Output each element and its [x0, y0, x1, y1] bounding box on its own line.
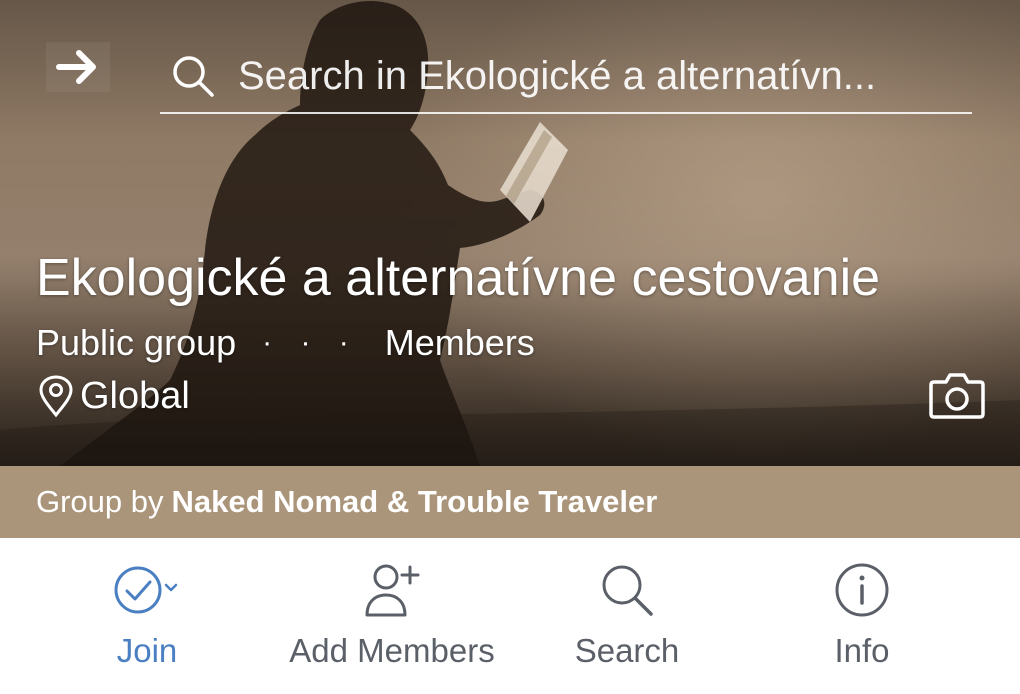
info-button[interactable]: Info	[812, 538, 912, 694]
back-button[interactable]	[46, 42, 110, 92]
search-icon	[602, 565, 653, 616]
info-icon	[835, 563, 889, 617]
action-bar: Join Add Members Search Info	[0, 538, 1020, 694]
search-input[interactable]: Search in Ekologické a alternatívn...	[160, 40, 972, 114]
group-meta: Public group · · · Members	[36, 322, 535, 364]
byline-prefix: Group by	[36, 484, 164, 519]
location-label: Global	[80, 374, 190, 417]
admin-names-link[interactable]: Naked Nomad & Trouble Traveler	[172, 484, 658, 520]
search-placeholder: Search in Ekologické a alternatívn...	[238, 53, 877, 98]
change-cover-button[interactable]	[928, 370, 986, 420]
search-button[interactable]: Search	[566, 538, 688, 694]
group-location: Global	[36, 374, 190, 418]
join-button[interactable]: Join	[88, 538, 206, 694]
group-byline: Group by Naked Nomad & Trouble Traveler	[0, 466, 1020, 538]
add-members-label: Add Members	[289, 632, 495, 669]
chevron-down-icon	[164, 583, 178, 592]
members-link[interactable]: Members	[385, 322, 535, 364]
search-icon	[173, 56, 214, 97]
add-members-button[interactable]: Add Members	[282, 538, 502, 694]
arrow-right-icon	[56, 50, 96, 84]
camera-icon	[929, 373, 985, 419]
check-circle-icon	[114, 566, 178, 614]
privacy-label: Public group	[36, 322, 237, 363]
map-pin-icon	[39, 375, 73, 418]
cover-photo: Search in Ekologické a alternatívn... Ek…	[0, 0, 1020, 466]
meta-separator: · · ·	[262, 326, 359, 359]
add-person-icon	[365, 564, 420, 617]
search-label: Search	[574, 632, 680, 669]
join-label: Join	[116, 632, 178, 669]
info-label: Info	[834, 632, 890, 669]
group-title: Ekologické a alternatívne cestovanie	[36, 249, 881, 307]
